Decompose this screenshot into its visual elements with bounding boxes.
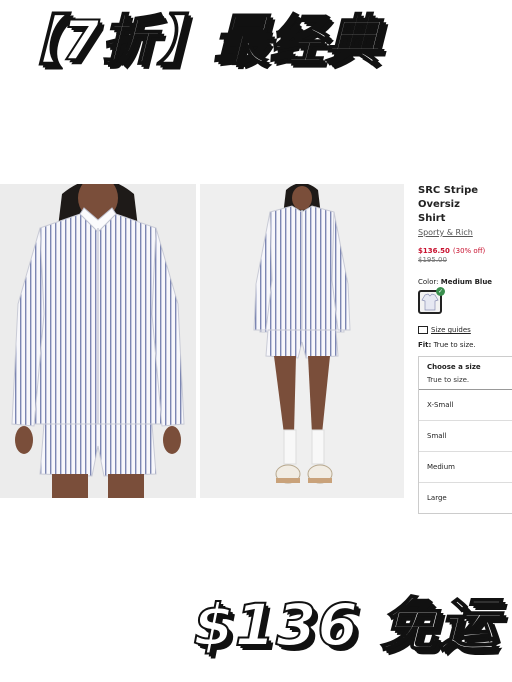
fit-info: Fit: True to size. [418,341,512,349]
color-label: Color: [418,278,439,286]
size-dropdown-subtext: True to size. [427,376,470,384]
fit-value: True to size. [433,341,476,349]
sale-price: $136.50 [418,247,450,255]
promo-title-banner: 【7折】最经典 [5,9,382,72]
size-option-large[interactable]: Large [419,482,512,513]
promo-price-banner: $136 免运 [192,591,498,659]
color-value: Medium Blue [440,278,493,286]
model-front-illustration [0,184,196,498]
price-row: $136.50 (30% off) [418,247,512,255]
size-guides-label: Size guides [431,326,471,334]
size-option-x-small[interactable]: X-Small [419,389,512,420]
model-full-illustration [200,184,404,498]
original-price: $195.00 [418,256,447,264]
selected-check-icon: ✓ [436,287,445,296]
product-name: SRC Stripe Oversiz Shirt [418,185,479,224]
ruler-icon [418,326,428,334]
product-photo-full-length[interactable] [200,184,404,498]
fit-label: Fit: [418,341,432,349]
product-photo-front[interactable] [0,184,196,498]
size-guides-link[interactable]: Size guides [418,326,512,334]
size-option-medium[interactable]: Medium [419,451,512,482]
color-row: Color: Medium Blue [418,278,512,286]
discount-percent: (30% off) [452,247,486,255]
size-dropdown[interactable]: Choose a size True to size. X-Small Smal… [418,356,512,514]
product-detail-panel: SRC Stripe Oversiz Shirt Sporty & Rich $… [418,184,512,514]
color-swatch-medium-blue[interactable]: ✓ [418,287,445,314]
size-option-small[interactable]: Small [419,420,512,451]
brand-link[interactable]: Sporty & Rich [418,228,512,237]
size-dropdown-header[interactable]: Choose a size True to size. [419,357,512,389]
size-dropdown-heading: Choose a size [427,363,481,371]
